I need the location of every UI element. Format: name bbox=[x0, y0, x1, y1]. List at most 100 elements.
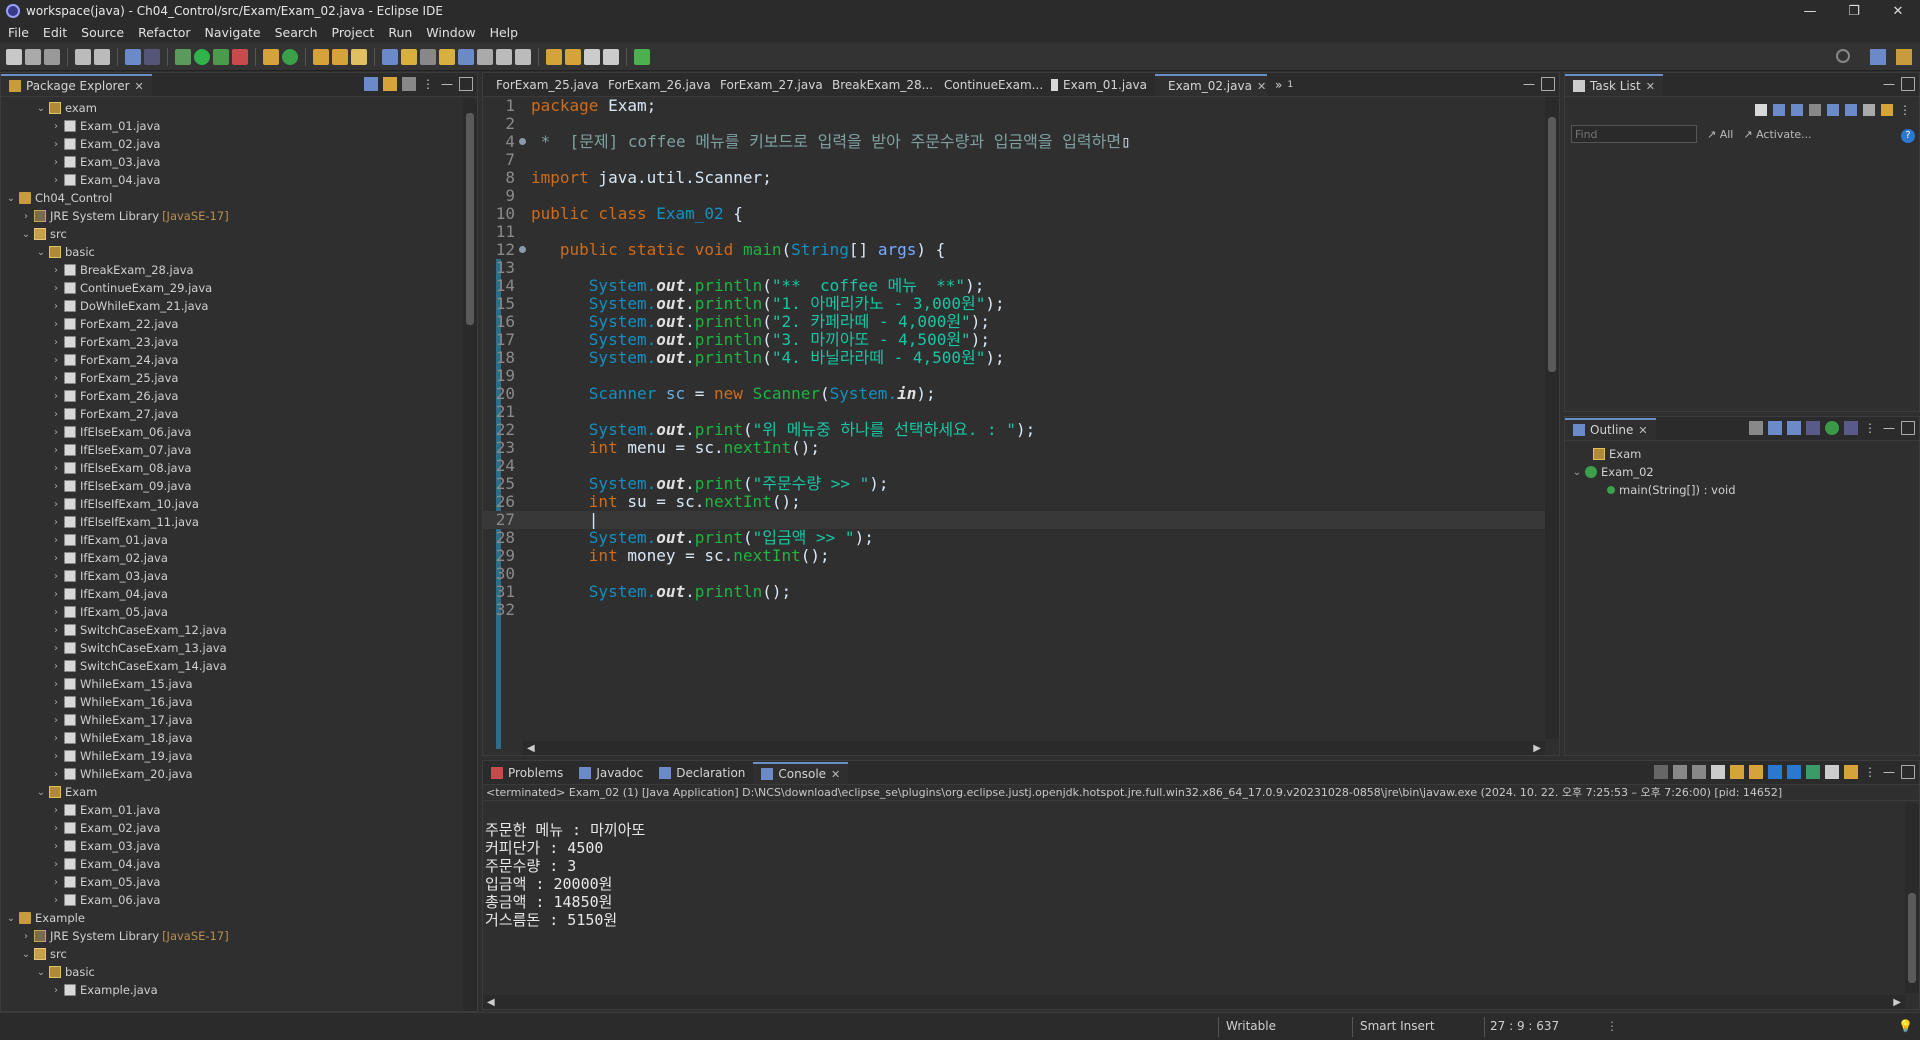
minimize-icon[interactable]: — bbox=[1882, 77, 1896, 91]
close-icon[interactable]: ✕ bbox=[135, 80, 144, 93]
code-line[interactable]: 11 bbox=[483, 223, 1545, 241]
hide-fields-icon[interactable] bbox=[1806, 421, 1820, 435]
tree-item[interactable]: › IfElseExam_08.java bbox=[1, 459, 463, 477]
outline-item[interactable]: main(String[]) : void bbox=[1565, 481, 1919, 499]
view-menu-icon[interactable]: ⋮ bbox=[1899, 103, 1911, 117]
tree-item[interactable]: › Exam_02.java bbox=[1, 135, 463, 153]
code-editor[interactable]: 1 package Exam; 2 4 * [문제] coffee 메뉴를 키보드로 … bbox=[483, 97, 1559, 755]
tree-item[interactable]: › Exam_04.java bbox=[1, 855, 463, 873]
tree-item[interactable]: › WhileExam_15.java bbox=[1, 675, 463, 693]
pin-console-icon[interactable] bbox=[1806, 765, 1820, 779]
status-menu-icon[interactable]: ⋮ bbox=[1606, 1019, 1618, 1033]
back-icon[interactable] bbox=[584, 48, 600, 65]
code-line[interactable]: 10 public class Exam_02 { bbox=[483, 205, 1545, 223]
coverage-icon[interactable] bbox=[213, 48, 229, 65]
code-line[interactable]: 15 System.out.println("1. 아메리카노 - 3,000원… bbox=[483, 295, 1545, 313]
tree-item[interactable]: › BreakExam_28.java bbox=[1, 261, 463, 279]
open-console-icon[interactable] bbox=[1844, 765, 1858, 779]
tree-item[interactable]: › IfElseIfExam_10.java bbox=[1, 495, 463, 513]
menu-file[interactable]: File bbox=[4, 25, 39, 40]
editor-hscroll[interactable]: ◀ ▶ bbox=[523, 741, 1545, 755]
new-java-package-icon[interactable] bbox=[263, 48, 279, 65]
code-line[interactable]: 25 System.out.print("주문수량 >> "); bbox=[483, 475, 1545, 493]
code-line[interactable]: 21 bbox=[483, 403, 1545, 421]
minimize-icon[interactable]: — bbox=[1882, 765, 1896, 779]
chevron-right-icon[interactable]: › bbox=[50, 607, 62, 618]
link-with-editor-icon[interactable] bbox=[383, 77, 397, 91]
chevron-right-icon[interactable]: › bbox=[50, 715, 62, 726]
terminal-icon[interactable] bbox=[125, 48, 141, 65]
chevron-right-icon[interactable]: › bbox=[50, 751, 62, 762]
code-line[interactable]: 8 import java.util.Scanner; bbox=[483, 169, 1545, 187]
collapse-icon[interactable] bbox=[1863, 104, 1875, 116]
chevron-right-icon[interactable]: › bbox=[20, 931, 32, 942]
display-console-icon[interactable] bbox=[1825, 765, 1839, 779]
tree-item[interactable]: › Exam_03.java bbox=[1, 837, 463, 855]
chevron-right-icon[interactable]: › bbox=[50, 643, 62, 654]
tree-item[interactable]: › Exam_02.java bbox=[1, 819, 463, 837]
tree-item[interactable]: ⌄ Ch04_Control bbox=[1, 189, 463, 207]
scroll-lock-icon[interactable] bbox=[1730, 765, 1744, 779]
word-wrap-icon[interactable] bbox=[1749, 765, 1763, 779]
open-type-icon[interactable] bbox=[313, 48, 329, 65]
chevron-down-icon[interactable]: ⌄ bbox=[5, 913, 17, 924]
annotation-icon[interactable] bbox=[382, 48, 398, 65]
clear-console-icon[interactable] bbox=[1711, 765, 1725, 779]
console-output[interactable]: 주문한 메뉴 : 마끼아또 커피단가 : 4500 주문수량 : 3 입금액 : 20… bbox=[483, 801, 1919, 929]
menu-run[interactable]: Run bbox=[384, 25, 422, 40]
tree-item[interactable]: › IfElseExam_09.java bbox=[1, 477, 463, 495]
chevron-right-icon[interactable]: › bbox=[50, 661, 62, 672]
open-perspective-icon[interactable] bbox=[1870, 49, 1886, 65]
editor-tab[interactable]: ForExam_26.java bbox=[595, 74, 711, 96]
save-all-icon[interactable] bbox=[44, 48, 60, 65]
chevron-right-icon[interactable]: › bbox=[50, 139, 62, 150]
prev-annotation-icon[interactable] bbox=[515, 48, 531, 65]
tree-item[interactable]: › WhileExam_18.java bbox=[1, 729, 463, 747]
chevron-right-icon[interactable]: › bbox=[50, 391, 62, 402]
menu-window[interactable]: Window bbox=[422, 25, 485, 40]
scroll-right-icon[interactable]: ▶ bbox=[1893, 997, 1901, 1008]
menu-refactor[interactable]: Refactor bbox=[134, 25, 200, 40]
editor-tab[interactable]: Exam_02.java ✕ bbox=[1155, 74, 1267, 96]
new-java-class-icon[interactable] bbox=[282, 48, 298, 65]
chevron-right-icon[interactable]: › bbox=[50, 805, 62, 816]
chevron-down-icon[interactable]: ⌄ bbox=[35, 103, 47, 114]
tree-item[interactable]: › WhileExam_20.java bbox=[1, 765, 463, 783]
new-icon[interactable] bbox=[6, 48, 22, 65]
code-line[interactable]: 20 Scanner sc = new Scanner(System.in); bbox=[483, 385, 1545, 403]
hide-completed-icon[interactable] bbox=[1827, 104, 1839, 116]
tree-item[interactable]: › WhileExam_17.java bbox=[1, 711, 463, 729]
close-icon[interactable]: ✕ bbox=[1257, 80, 1266, 93]
code-line[interactable]: 29 int money = sc.nextInt(); bbox=[483, 547, 1545, 565]
minimize-icon[interactable]: — bbox=[1522, 77, 1536, 91]
view-menu-icon[interactable]: ⋮ bbox=[1863, 765, 1877, 779]
code-area[interactable]: 1 package Exam; 2 4 * [문제] coffee 메뉴를 키보드로 … bbox=[483, 97, 1545, 739]
task-find-input[interactable] bbox=[1571, 125, 1697, 143]
chevron-right-icon[interactable]: › bbox=[50, 481, 62, 492]
tab-overflow-button[interactable]: » 1 bbox=[1267, 74, 1301, 96]
tree-item[interactable]: › SwitchCaseExam_14.java bbox=[1, 657, 463, 675]
editor-tab[interactable]: ForExam_25.java bbox=[483, 74, 599, 96]
code-line[interactable]: 26 int su = sc.nextInt(); bbox=[483, 493, 1545, 511]
chevron-right-icon[interactable]: › bbox=[50, 589, 62, 600]
code-line[interactable]: 18 System.out.println("4. 바닐라라떼 - 4,500원… bbox=[483, 349, 1545, 367]
run-icon[interactable] bbox=[194, 48, 210, 65]
last-edit-icon[interactable] bbox=[546, 48, 562, 65]
tab-problems[interactable]: Problems bbox=[483, 762, 571, 784]
tree-item[interactable]: ⌄ basic bbox=[1, 243, 463, 261]
chevron-right-icon[interactable]: › bbox=[50, 859, 62, 870]
show-whitespace-icon[interactable] bbox=[458, 48, 474, 65]
undo-icon[interactable] bbox=[75, 48, 91, 65]
menu-navigate[interactable]: Navigate bbox=[201, 25, 271, 40]
code-line[interactable]: 13 bbox=[483, 259, 1545, 277]
chevron-right-icon[interactable]: › bbox=[50, 283, 62, 294]
code-line[interactable]: 7 bbox=[483, 151, 1545, 169]
chevron-right-icon[interactable]: › bbox=[50, 517, 62, 528]
chevron-down-icon[interactable]: ⌄ bbox=[1571, 467, 1583, 478]
chevron-right-icon[interactable]: › bbox=[50, 301, 62, 312]
tree-item[interactable]: › Exam_04.java bbox=[1, 171, 463, 189]
menu-help[interactable]: Help bbox=[486, 25, 529, 40]
chevron-right-icon[interactable]: › bbox=[50, 733, 62, 744]
tree-item[interactable]: › Exam_06.java bbox=[1, 891, 463, 909]
tree-item[interactable]: › ForExam_26.java bbox=[1, 387, 463, 405]
